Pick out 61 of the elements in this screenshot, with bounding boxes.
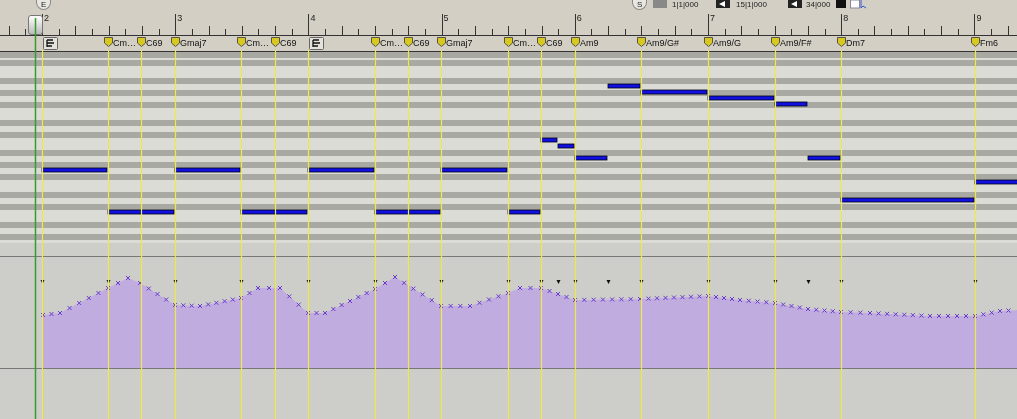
chord-flag-icon[interactable] (271, 37, 280, 47)
note-bar[interactable] (440, 167, 508, 173)
note-bar[interactable] (107, 209, 175, 215)
note-bar[interactable] (307, 167, 375, 173)
chord-flag-icon[interactable] (171, 37, 180, 47)
chord-flag-icon[interactable] (404, 37, 413, 47)
section-marker-icon[interactable] (43, 37, 58, 50)
position-counter: 15|1|000 (736, 0, 767, 9)
chord-label[interactable]: C69 (146, 38, 163, 48)
chord-flag-icon[interactable] (104, 37, 113, 47)
chord-flag-icon[interactable] (971, 37, 980, 47)
chord-label[interactable]: Cm… (113, 38, 136, 48)
chord-flag-icon[interactable] (504, 37, 513, 47)
chord-label[interactable]: Dm7 (846, 38, 865, 48)
chord-flag-icon[interactable] (637, 37, 646, 47)
bar-number: 2 (44, 13, 49, 23)
chord-flag-icon[interactable] (704, 37, 713, 47)
note-bar[interactable] (774, 101, 808, 107)
chord-flag-icon[interactable] (137, 37, 146, 47)
chord-flag-icon[interactable] (371, 37, 380, 47)
chord-label[interactable]: Gmaj7 (446, 38, 473, 48)
bar-number: 5 (443, 13, 449, 23)
note-bar[interactable] (557, 143, 575, 149)
chord-flag-icon[interactable] (237, 37, 246, 47)
bar-number: 7 (710, 13, 715, 23)
note-bar[interactable] (240, 209, 308, 215)
chord-label[interactable]: Cm… (246, 38, 269, 48)
note-bar[interactable] (540, 137, 558, 143)
section-marker-icon[interactable] (309, 37, 324, 50)
position-counter: 1|1|000 (672, 0, 699, 9)
chord-flag-icon[interactable] (837, 37, 846, 47)
note-bar[interactable] (41, 167, 108, 173)
playhead-handle[interactable] (28, 15, 43, 35)
note-bar[interactable] (374, 209, 441, 215)
chord-label[interactable]: Gmaj7 (180, 38, 207, 48)
note-bar[interactable] (174, 167, 241, 173)
chord-flag-icon[interactable] (571, 37, 580, 47)
chord-label[interactable]: Am9/G# (646, 38, 679, 48)
chord-label[interactable]: Am9/F# (780, 38, 812, 48)
bar-number: 9 (976, 13, 982, 23)
chord-flag-icon[interactable] (437, 37, 446, 47)
chord-label[interactable]: C69 (413, 38, 430, 48)
chord-flag-icon[interactable] (771, 37, 780, 47)
chord-label[interactable]: Cm… (380, 38, 403, 48)
checkbox-cursor-icon[interactable] (850, 0, 868, 9)
note-bar[interactable] (574, 155, 608, 161)
bar-number: 3 (177, 13, 183, 23)
note-bar[interactable] (507, 209, 541, 215)
note-bar[interactable] (707, 95, 775, 101)
chord-label[interactable]: Am9 (580, 38, 599, 48)
position-counter: 34|000 (806, 0, 831, 9)
chord-label[interactable]: Fm6 (980, 38, 998, 48)
bar-number: 8 (843, 13, 849, 23)
note-bar[interactable] (640, 89, 708, 95)
chord-flag-icon[interactable] (537, 37, 546, 47)
chord-label[interactable]: C69 (280, 38, 297, 48)
chord-label[interactable]: C69 (546, 38, 563, 48)
bar-number: 4 (310, 13, 316, 23)
chord-label[interactable]: Am9/G (713, 38, 741, 48)
bar-number: 6 (576, 13, 582, 23)
chord-label[interactable]: Cm… (513, 38, 536, 48)
